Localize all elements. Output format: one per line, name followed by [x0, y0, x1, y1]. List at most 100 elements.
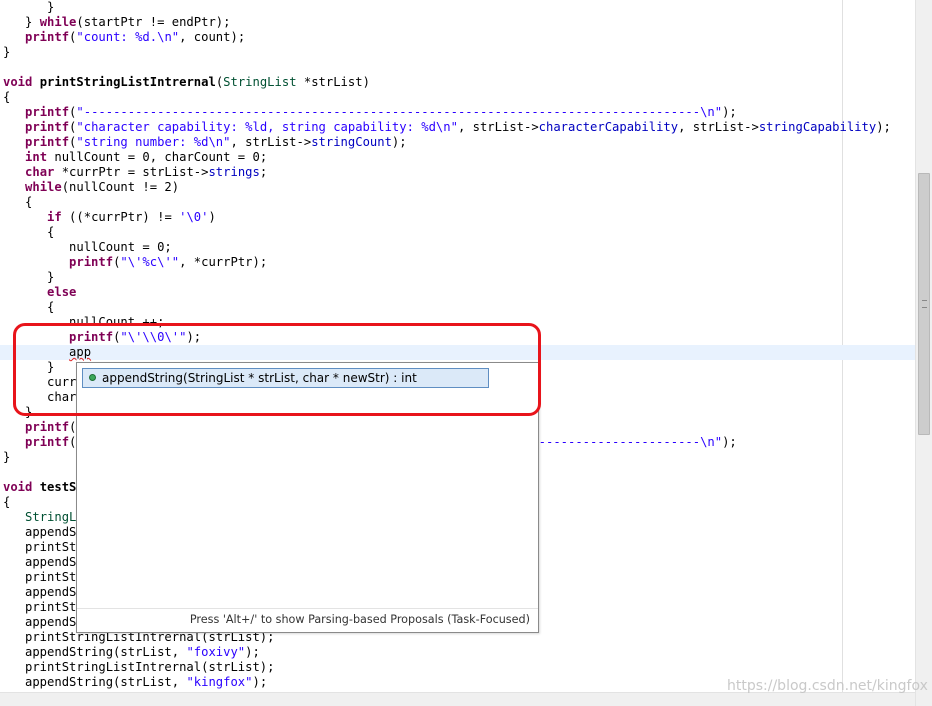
code-token: printSt: [3, 600, 77, 614]
code-line: {: [3, 495, 10, 510]
code-token: -------------------------\n": [516, 435, 723, 449]
code-token: while: [39, 15, 77, 29]
code-line: }: [3, 450, 10, 465]
code-token: nullCount = 0, charCount = 0;: [47, 150, 268, 164]
code-token: );: [391, 135, 407, 149]
code-token: printf: [25, 105, 70, 119]
code-token: printf: [25, 135, 70, 149]
code-line: printf("character capability: %ld, strin…: [3, 120, 891, 135]
code-token: , strList->: [678, 120, 759, 134]
code-line: appendString(strList, "kingfox");: [3, 675, 267, 690]
code-token: }: [3, 15, 40, 29]
code-token: );: [245, 645, 260, 659]
code-line: printf("--------------------------------…: [3, 105, 737, 120]
code-line: void printStringListIntrernal(StringList…: [3, 75, 370, 90]
code-token: (startPtr != endPtr);: [76, 15, 231, 29]
code-token: );: [722, 435, 737, 449]
code-token: char: [25, 165, 55, 179]
code-token: '\0': [179, 210, 209, 224]
code-token: , strList->: [457, 120, 539, 134]
code-token: *strList): [296, 75, 370, 89]
code-token: while: [25, 180, 62, 194]
code-token: nullCount = 0;: [3, 240, 172, 254]
code-line: int nullCount = 0, charCount = 0;: [3, 150, 267, 165]
code-line: {: [3, 225, 54, 240]
code-token: ): [208, 210, 216, 224]
code-token: );: [876, 120, 891, 134]
code-token: if: [47, 210, 62, 224]
code-token: appendS: [3, 585, 77, 599]
popup-status-text: Press 'Alt+/' to show Parsing-based Prop…: [189, 613, 530, 626]
code-token: printStringListIntrernal(strList);: [3, 660, 275, 674]
code-line: appendString(strList, "foxivy");: [3, 645, 260, 660]
code-token: printStringListIntrernal: [39, 75, 216, 89]
vertical-scrollbar-thumb[interactable]: [918, 173, 930, 435]
code-token: "foxivy": [186, 645, 246, 659]
code-token: stringCount: [311, 135, 392, 149]
code-line: char *currPtr = strList->strings;: [3, 165, 267, 180]
horizontal-scrollbar[interactable]: [0, 692, 915, 706]
code-token: }: [3, 450, 11, 464]
code-line: {: [3, 90, 10, 105]
code-line: {: [3, 300, 54, 315]
code-line: {: [3, 195, 32, 210]
code-token: appendString(strList,: [3, 675, 187, 689]
code-token: else: [47, 285, 77, 299]
code-line: printSt: [3, 540, 76, 555]
code-token: *currPtr = strList->: [54, 165, 209, 179]
code-token: printf: [69, 255, 114, 269]
code-token: int: [25, 150, 48, 164]
code-line: printStringListIntrernal(strList);: [3, 660, 275, 675]
code-line: appendS: [3, 525, 76, 540]
code-token: printf: [3, 30, 70, 44]
code-line: }: [3, 45, 10, 60]
code-token: ;: [259, 165, 268, 179]
code-token: "\'%c\'": [120, 255, 180, 269]
code-token: , *currPtr);: [179, 255, 268, 269]
code-token: StringList: [223, 75, 297, 89]
watermark-text: https://blog.csdn.net/kingfox: [727, 678, 928, 694]
code-token: (nullCount != 2): [61, 180, 180, 194]
code-token: printSt: [3, 570, 77, 584]
code-line: printSt: [3, 570, 76, 585]
code-line: printSt: [3, 600, 76, 615]
code-token: {: [3, 225, 55, 239]
vertical-scrollbar[interactable]: [915, 0, 932, 706]
code-token: printSt: [3, 540, 77, 554]
code-line: nullCount = 0;: [3, 240, 172, 255]
code-token: printf: [25, 420, 70, 434]
code-token: appendS: [3, 555, 77, 569]
code-line: if ((*currPtr) != '\0'): [3, 210, 216, 225]
code-token: void: [3, 480, 33, 494]
code-line: printf("count: %d.\n", count);: [3, 30, 245, 45]
code-token: }: [3, 0, 55, 14]
code-token: }: [3, 270, 55, 284]
code-line: appendS: [3, 585, 76, 600]
code-token: strings: [208, 165, 260, 179]
code-line: appendS: [3, 555, 76, 570]
code-token: {: [3, 90, 11, 104]
code-line: else: [3, 285, 76, 300]
code-line: printf("\'%c\'", *currPtr);: [3, 255, 267, 270]
code-token: "kingfox": [186, 675, 253, 689]
code-token: StringL: [25, 510, 77, 524]
code-token: {: [3, 495, 11, 509]
code-token: "---------------------------------------…: [76, 105, 723, 119]
code-line: StringL: [3, 510, 76, 525]
annotation-highlight-box: [13, 323, 541, 416]
code-token: appendString(strList,: [3, 645, 187, 659]
code-token: characterCapability: [538, 120, 679, 134]
code-line: while(nullCount != 2): [3, 180, 179, 195]
code-token: ((*currPtr) !=: [61, 210, 180, 224]
